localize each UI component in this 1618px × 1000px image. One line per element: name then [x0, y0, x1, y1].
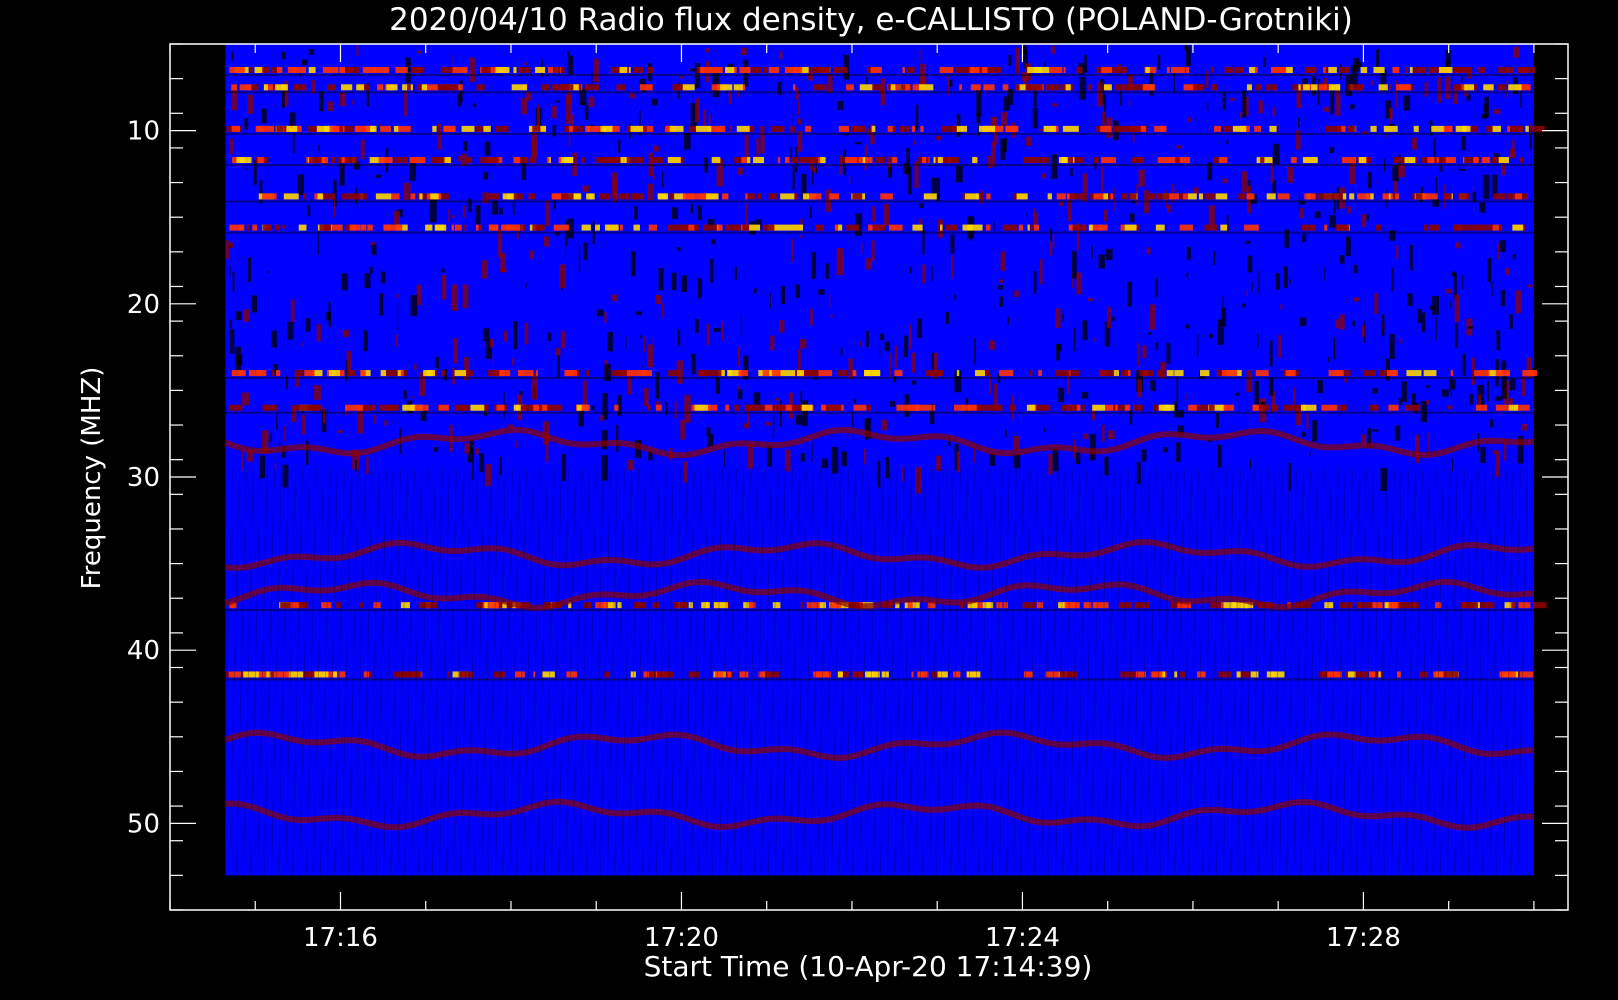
y-tick-label: 10 — [127, 117, 160, 147]
x-tick-label: 17:28 — [1326, 923, 1401, 953]
y-tick-label: 20 — [127, 290, 160, 320]
spectrogram-chart: 2020/04/10 Radio flux density, e-CALLIST… — [0, 0, 1618, 1000]
y-tick-label: 50 — [127, 809, 160, 839]
spectrogram-heatmap — [215, 44, 1547, 876]
x-tick-label: 17:24 — [985, 923, 1060, 953]
x-tick-label: 17:20 — [644, 923, 719, 953]
y-tick-label: 30 — [127, 463, 160, 493]
chart-title: 2020/04/10 Radio flux density, e-CALLIST… — [389, 2, 1353, 38]
x-tick-label: 17:16 — [303, 923, 378, 953]
x-axis-label: Start Time (10-Apr-20 17:14:39) — [644, 950, 1093, 983]
y-tick-label: 40 — [127, 636, 160, 666]
y-axis-label: Frequency (MHZ) — [77, 367, 107, 590]
